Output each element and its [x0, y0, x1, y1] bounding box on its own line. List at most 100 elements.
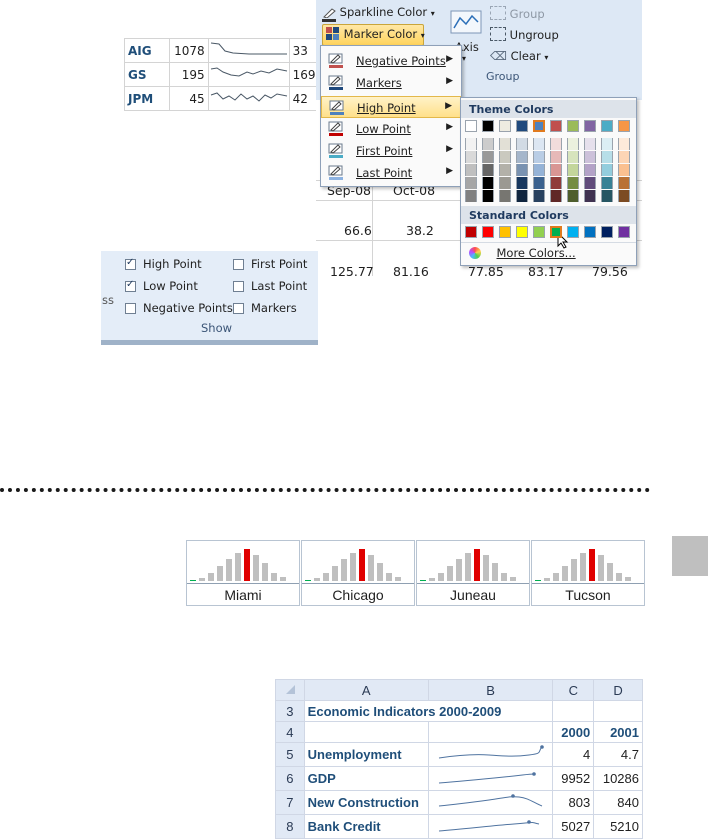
row-header[interactable]: 5	[275, 742, 305, 767]
standard-color-swatch[interactable]	[465, 226, 477, 238]
first-value-cell[interactable]: 1078	[168, 38, 209, 63]
ticker-cell[interactable]: AIG	[124, 38, 170, 63]
sparkline-color-button[interactable]: Sparkline Color ▾	[322, 5, 435, 22]
theme-color-swatch[interactable]	[482, 120, 494, 132]
theme-color-swatch[interactable]	[567, 120, 579, 132]
theme-shade-swatch[interactable]	[499, 138, 511, 150]
marker-color-button-content[interactable]: Marker Color ▾	[326, 27, 425, 41]
theme-shade-swatch[interactable]	[533, 190, 545, 202]
column-header-c[interactable]: C	[552, 679, 595, 701]
theme-color-swatch[interactable]	[618, 120, 630, 132]
select-all-corner[interactable]	[275, 679, 305, 701]
column-header-a[interactable]: A	[303, 679, 429, 701]
empty-cell[interactable]	[593, 700, 643, 722]
theme-shade-swatch[interactable]	[584, 138, 596, 150]
standard-color-swatch[interactable]	[499, 226, 511, 238]
standard-color-swatch[interactable]	[618, 226, 630, 238]
theme-shade-swatch[interactable]	[499, 164, 511, 176]
weather-cell-chicago[interactable]: Chicago	[301, 540, 415, 606]
standard-color-swatch[interactable]	[601, 226, 613, 238]
sparkline-cell[interactable]	[427, 766, 554, 791]
theme-shade-swatch[interactable]	[550, 151, 562, 163]
year-header-cell[interactable]: 2000	[552, 721, 595, 743]
theme-shade-swatch[interactable]	[516, 190, 528, 202]
theme-shade-swatch[interactable]	[465, 138, 477, 150]
theme-shade-swatch[interactable]	[601, 151, 613, 163]
row-header[interactable]: 6	[275, 766, 305, 791]
last-point-checkbox[interactable]	[233, 281, 244, 292]
theme-color-swatch[interactable]	[516, 120, 528, 132]
theme-shade-swatch[interactable]	[601, 177, 613, 189]
menu-item-markers[interactable]: Markers ▶	[321, 72, 461, 94]
sparkline-cell[interactable]	[207, 62, 290, 87]
first-point-checkbox[interactable]	[233, 259, 244, 270]
theme-shade-swatch[interactable]	[550, 190, 562, 202]
theme-shade-swatch[interactable]	[499, 151, 511, 163]
theme-shade-swatch[interactable]	[567, 177, 579, 189]
cell-value[interactable]: 38.2	[406, 223, 434, 238]
theme-shade-swatch[interactable]	[516, 151, 528, 163]
row-header[interactable]: 3	[275, 700, 305, 722]
standard-color-swatch[interactable]	[482, 226, 494, 238]
sparkline-cell[interactable]	[427, 742, 554, 767]
cell-value[interactable]: 77.85	[468, 264, 504, 279]
theme-shade-swatch[interactable]	[567, 190, 579, 202]
theme-shade-swatch[interactable]	[465, 177, 477, 189]
empty-cell[interactable]	[427, 721, 554, 743]
theme-color-swatch[interactable]	[601, 120, 613, 132]
menu-item-low-point[interactable]: Low Point ▶	[321, 118, 461, 140]
theme-shade-swatch[interactable]	[550, 177, 562, 189]
theme-shade-swatch[interactable]	[601, 190, 613, 202]
theme-shade-swatch[interactable]	[567, 138, 579, 150]
theme-shade-swatch[interactable]	[465, 151, 477, 163]
column-header-b[interactable]: B	[427, 679, 554, 701]
row-header[interactable]: 8	[275, 814, 305, 839]
theme-color-swatch[interactable]	[465, 120, 477, 132]
ungroup-button[interactable]: Ungroup	[490, 27, 559, 42]
theme-shade-swatch[interactable]	[550, 164, 562, 176]
theme-color-swatch[interactable]	[533, 120, 545, 132]
cell-value[interactable]: 79.56	[592, 264, 628, 279]
low-point-checkbox[interactable]	[125, 279, 136, 292]
value-cell[interactable]: 5210	[593, 814, 643, 839]
indicator-label-cell[interactable]: Bank Credit	[303, 814, 429, 839]
theme-shade-swatch[interactable]	[465, 164, 477, 176]
indicator-label-cell[interactable]: New Construction	[303, 790, 429, 815]
menu-item-first-point[interactable]: First Point ▶	[321, 140, 461, 162]
negative-points-checkbox[interactable]	[125, 303, 136, 314]
theme-shade-swatch[interactable]	[550, 138, 562, 150]
axis-icon[interactable]	[450, 10, 482, 36]
standard-color-swatch[interactable]	[550, 226, 562, 238]
theme-shade-swatch[interactable]	[618, 190, 630, 202]
theme-shade-swatch[interactable]	[584, 190, 596, 202]
theme-shade-swatch[interactable]	[533, 138, 545, 150]
sparkline-cell[interactable]	[207, 86, 290, 111]
menu-item-negative-points[interactable]: Negative Points ▶	[321, 50, 461, 72]
theme-shade-swatch[interactable]	[482, 190, 494, 202]
cell-value[interactable]: 83.17	[528, 264, 564, 279]
cell-value[interactable]: 66.6	[344, 223, 372, 238]
value-cell[interactable]: 9952	[552, 766, 595, 791]
sparkline-cell[interactable]	[207, 38, 290, 63]
value-cell[interactable]: 5027	[552, 814, 595, 839]
standard-color-swatch[interactable]	[567, 226, 579, 238]
weather-cell-juneau[interactable]: Juneau	[416, 540, 530, 606]
ticker-cell[interactable]: GS	[124, 62, 170, 87]
standard-color-swatch[interactable]	[533, 226, 545, 238]
last-value-cell[interactable]: 42	[288, 86, 321, 111]
theme-shade-swatch[interactable]	[584, 164, 596, 176]
empty-cell[interactable]	[552, 700, 595, 722]
value-cell[interactable]: 10286	[593, 766, 643, 791]
theme-shade-swatch[interactable]	[499, 177, 511, 189]
theme-shade-swatch[interactable]	[533, 151, 545, 163]
sparkline-cell[interactable]	[427, 790, 554, 815]
theme-shade-swatch[interactable]	[533, 164, 545, 176]
value-cell[interactable]: 4	[552, 742, 595, 767]
theme-shade-swatch[interactable]	[567, 151, 579, 163]
menu-item-last-point[interactable]: Last Point ▶	[321, 162, 461, 184]
theme-shade-swatch[interactable]	[618, 138, 630, 150]
cell-value[interactable]: 81.16	[393, 264, 429, 279]
theme-shade-swatch[interactable]	[482, 138, 494, 150]
value-cell[interactable]: 840	[593, 790, 643, 815]
sparkline-cell[interactable]	[427, 814, 554, 839]
